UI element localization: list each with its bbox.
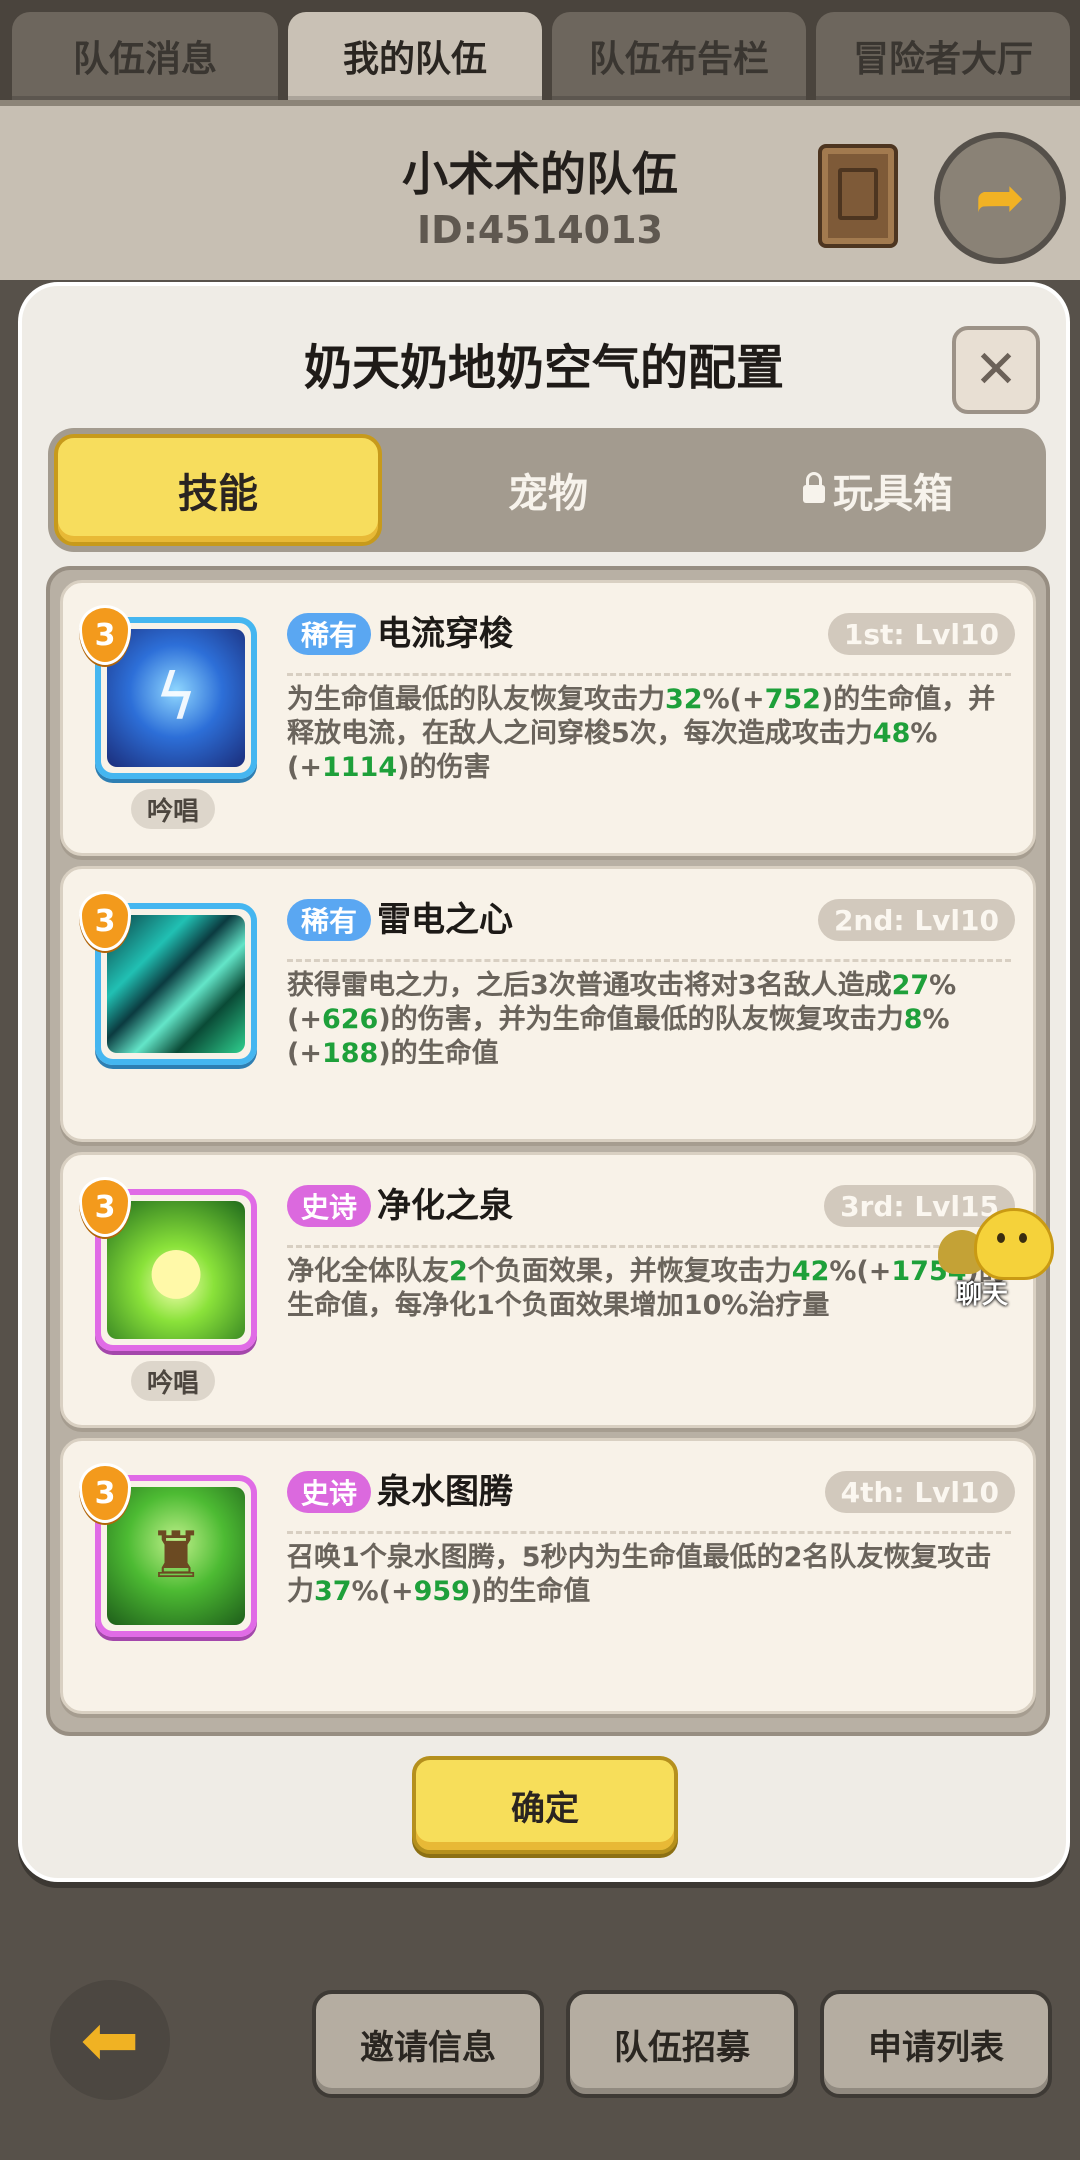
confirm-button[interactable]: 确定 <box>412 1756 678 1854</box>
application-list-button[interactable]: 申请列表 <box>820 1990 1052 2098</box>
skill-card[interactable]: ● 3 吟唱 史诗 净化之泉 3rd: Lvl15 净化全体队友2个负面效果，并… <box>60 1152 1036 1428</box>
rarity-badge: 稀有 <box>287 613 372 655</box>
skill-list: ϟ 3 吟唱 稀有 电流穿梭 1st: Lvl10 为生命值最低的队友恢复攻击力… <box>46 566 1050 1736</box>
divider <box>287 1245 1011 1248</box>
modal-title: 奶天奶地奶空气的配置 <box>303 340 784 396</box>
tab-my-team[interactable]: 我的队伍 <box>288 12 542 100</box>
team-name: 小术术的队伍 <box>402 147 678 201</box>
tab-team-messages[interactable]: 队伍消息 <box>12 12 278 100</box>
skill-order-badge: 2nd: Lvl10 <box>817 899 1015 941</box>
close-button[interactable]: ✕ <box>952 326 1040 414</box>
rarity-badge: 史诗 <box>287 1185 372 1227</box>
config-modal: 奶天奶地奶空气的配置 ✕ 技能 宠物 玩具箱 ϟ 3 吟唱 稀有 电流穿梭 1s… <box>18 282 1070 1882</box>
skill-card[interactable]: ϟ 3 吟唱 稀有 电流穿梭 1st: Lvl10 为生命值最低的队友恢复攻击力… <box>60 580 1036 856</box>
exit-arrow-icon: ➦ <box>974 163 1026 233</box>
top-tab-bar: 队伍消息 我的队伍 队伍布告栏 冒险者大厅 <box>0 0 1080 100</box>
close-icon: ✕ <box>974 340 1018 400</box>
divider <box>287 959 1011 962</box>
tab-toybox-label: 玩具箱 <box>833 471 953 517</box>
chat-label: 聊天 <box>956 1280 1009 1310</box>
skill-description: 获得雷电之力，之后3次普通攻击将对3名敌人造成27%(+626)的伤害，并为生命… <box>287 970 957 1069</box>
tab-skills[interactable]: 技能 <box>54 434 382 546</box>
skill-name: 净化之泉 <box>377 1186 513 1226</box>
skill-description: 为生命值最低的队友恢复攻击力32%(+752)的生命值，并释放电流，在敌人之间穿… <box>287 684 996 783</box>
tab-toybox[interactable]: 玩具箱 <box>718 428 1038 552</box>
chat-mascot-icon <box>974 1208 1054 1280</box>
skill-name: 电流穿梭 <box>377 614 513 654</box>
tab-adventurer-hall[interactable]: 冒险者大厅 <box>816 12 1070 100</box>
team-id: ID:4514013 <box>417 208 663 252</box>
back-arrow-icon: ⬅ <box>80 1999 140 2081</box>
skill-description: 召唤1个泉水图腾，5秒内为生命值最低的2名队友恢复攻击力37%(+959)的生命… <box>287 1542 992 1607</box>
invite-info-button[interactable]: 邀请信息 <box>312 1990 544 2098</box>
skill-name: 泉水图腾 <box>377 1472 513 1512</box>
chant-tag: 吟唱 <box>131 789 215 829</box>
skill-order-badge: 1st: Lvl10 <box>827 613 1015 655</box>
team-recruit-button[interactable]: 队伍招募 <box>566 1990 798 2098</box>
divider <box>287 1531 1011 1534</box>
back-button[interactable]: ⬅ <box>50 1980 170 2100</box>
team-header: 小术术的队伍 ID:4514013 ➦ <box>0 100 1080 286</box>
scroll-icon[interactable] <box>818 144 898 248</box>
tab-pets[interactable]: 宠物 <box>388 428 708 552</box>
tab-team-bulletin[interactable]: 队伍布告栏 <box>552 12 806 100</box>
chat-button[interactable]: 聊天 <box>938 1208 1058 1310</box>
skill-card[interactable]: 3 稀有 雷电之心 2nd: Lvl10 获得雷电之力，之后3次普通攻击将对3名… <box>60 866 1036 1142</box>
rarity-badge: 稀有 <box>287 899 372 941</box>
skill-card[interactable]: ♜ 3 史诗 泉水图腾 4th: Lvl10 召唤1个泉水图腾，5秒内为生命值最… <box>60 1438 1036 1714</box>
chant-tag: 吟唱 <box>131 1361 215 1401</box>
skill-description: 净化全体队友2个负面效果，并恢复攻击力42%(+1754)的生命值，每净化1个负… <box>287 1256 1006 1321</box>
skill-order-badge: 4th: Lvl10 <box>824 1471 1015 1513</box>
exit-team-button[interactable]: ➦ <box>934 132 1066 264</box>
skill-name: 雷电之心 <box>377 900 513 940</box>
segment-control: 技能 宠物 玩具箱 <box>48 428 1046 552</box>
lock-icon <box>803 472 825 503</box>
rarity-badge: 史诗 <box>287 1471 372 1513</box>
divider <box>287 673 1011 676</box>
